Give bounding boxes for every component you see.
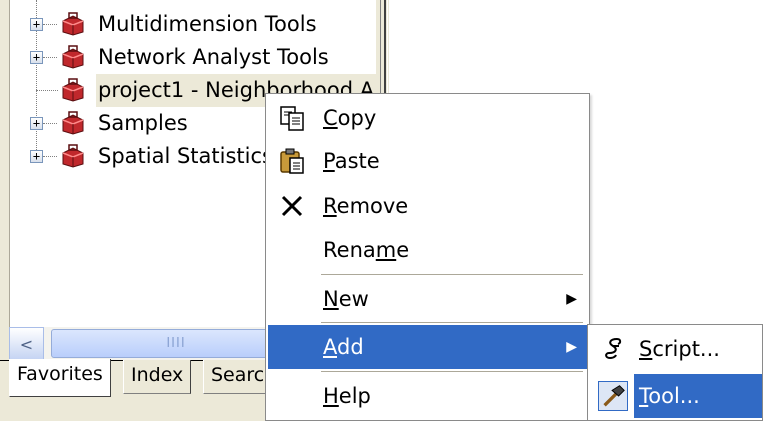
submenu-arrow-icon: ▶: [566, 291, 577, 307]
menu-item-label: Help: [323, 384, 371, 408]
tab-favorites[interactable]: Favorites: [9, 359, 111, 397]
toolbox-icon: [62, 78, 84, 102]
script-icon: [605, 338, 622, 360]
context-menu: Copy Paste Remove Rename New ▶ Add ▶ Hel…: [265, 93, 590, 421]
menu-item-help[interactable]: Help: [268, 374, 587, 418]
submenu-arrow-icon: ▶: [566, 339, 577, 355]
copy-icon: [280, 106, 304, 131]
scroll-thumb[interactable]: IIII: [51, 329, 301, 358]
tab-search[interactable]: Searc: [203, 360, 273, 394]
menu-item-remove[interactable]: Remove: [268, 184, 587, 228]
menu-item-label: Paste: [323, 149, 380, 173]
toolbox-icon: [62, 111, 84, 135]
menu-item-label: Add: [323, 335, 364, 359]
menu-item-script[interactable]: Script...: [590, 327, 762, 371]
tab-index[interactable]: Index: [123, 360, 192, 394]
menu-item-label: Tool...: [634, 374, 762, 418]
paste-icon: [280, 148, 304, 174]
expand-icon[interactable]: +: [30, 150, 43, 163]
tree-item-network-analyst-tools[interactable]: + Network Analyst Tools: [0, 41, 381, 74]
tab-label: Index: [131, 364, 184, 386]
menu-item-label: New: [323, 287, 369, 311]
tree-item-label: Samples: [98, 111, 188, 135]
toolbox-icon: [62, 12, 84, 36]
tree-item-label: Multidimension Tools: [98, 12, 317, 36]
hammer-icon: [598, 381, 628, 411]
scroll-grip: IIII: [166, 336, 186, 351]
expand-icon[interactable]: +: [30, 117, 43, 130]
menu-item-label: Script...: [639, 337, 720, 361]
expand-icon[interactable]: +: [30, 18, 43, 31]
menu-item-new[interactable]: New ▶: [268, 277, 587, 321]
toolbox-icon: [62, 144, 84, 168]
add-submenu: Script... Tool...: [587, 324, 763, 421]
tab-label: Favorites: [17, 363, 103, 385]
menu-item-copy[interactable]: Copy: [268, 96, 587, 140]
menu-item-rename[interactable]: Rename: [268, 228, 587, 272]
delete-x-icon: [281, 195, 303, 217]
menu-item-paste[interactable]: Paste: [268, 139, 587, 183]
menu-item-tool[interactable]: Tool...: [590, 374, 762, 418]
toolbox-icon: [62, 45, 84, 69]
expand-icon[interactable]: +: [30, 51, 43, 64]
menu-item-label: Copy: [323, 106, 377, 130]
menu-separator: [321, 322, 583, 323]
tree-item-label: Network Analyst Tools: [98, 45, 329, 69]
tree-item-label: Spatial Statistics T: [98, 144, 293, 168]
menu-item-label: Rename: [323, 238, 410, 262]
menu-separator: [321, 371, 583, 372]
scroll-left-button[interactable]: <: [9, 327, 44, 360]
tree-item-multidimension-tools[interactable]: + Multidimension Tools: [0, 8, 381, 41]
tab-label: Searc: [211, 364, 265, 386]
menu-item-label: Remove: [323, 194, 409, 218]
menu-item-add[interactable]: Add ▶: [268, 325, 587, 369]
chevron-left-icon: <: [19, 335, 34, 354]
menu-separator: [321, 274, 583, 275]
